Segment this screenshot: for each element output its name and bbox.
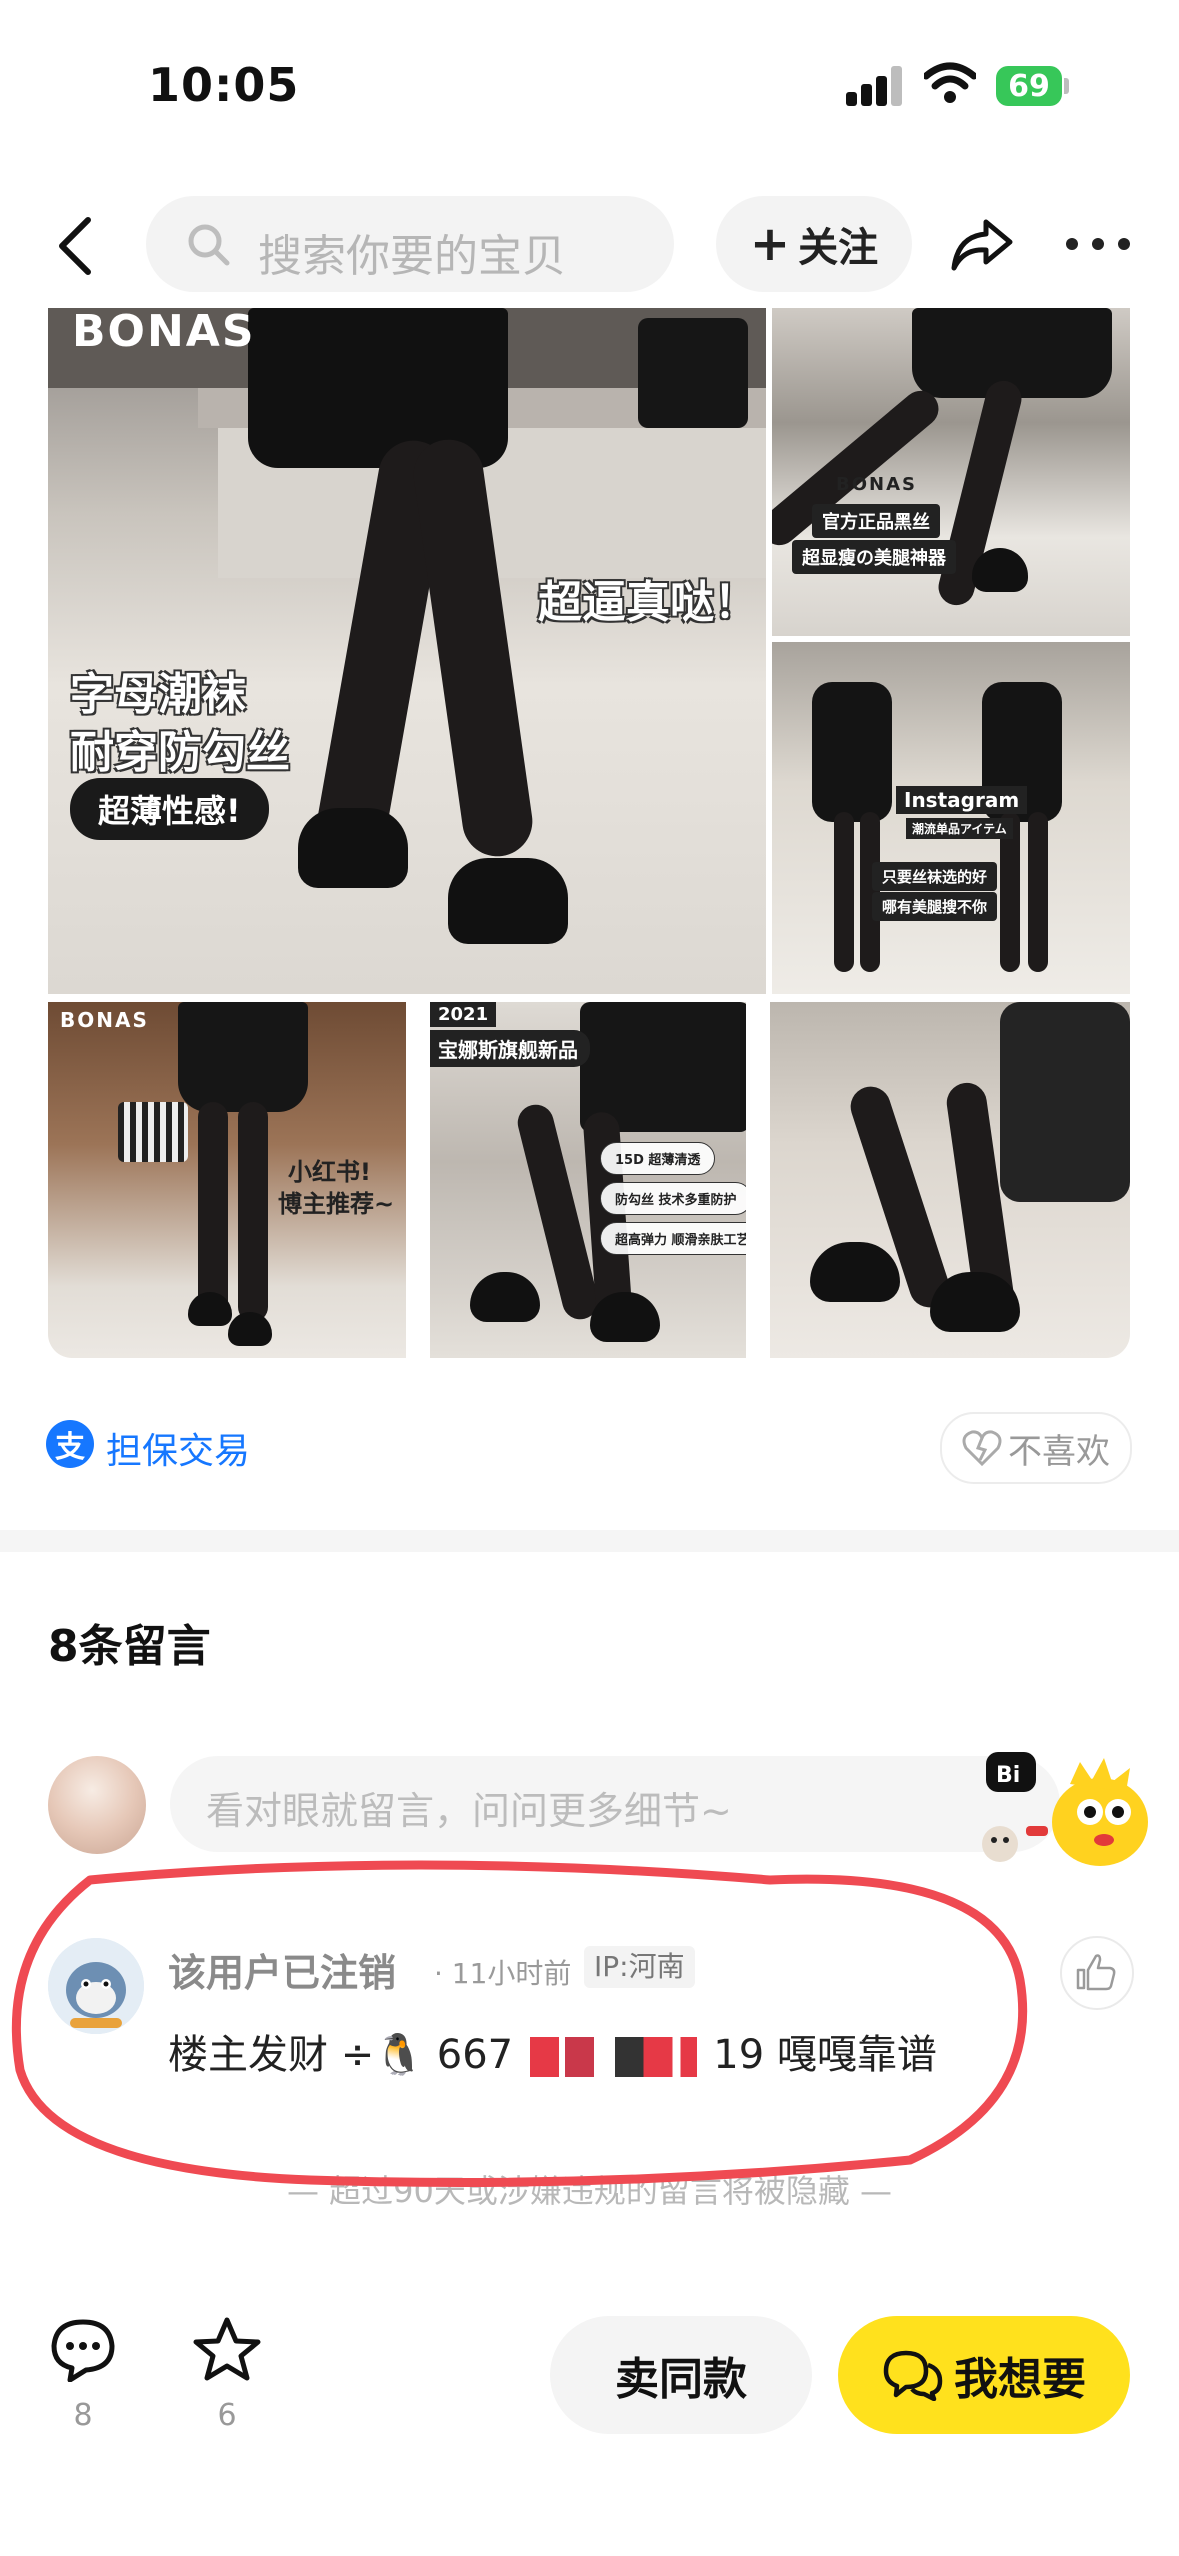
xhs-text-1: 小红书!	[288, 1158, 371, 1186]
highlight-annotation	[11, 1860, 1028, 2187]
feature-badge: 超薄性感!	[70, 778, 269, 840]
instagram-tag: Instagram	[896, 786, 1028, 814]
battery-level: 69	[996, 66, 1062, 106]
cellular-signal-icon	[846, 66, 904, 106]
promo-line-4: 哪有美腿搜不你	[872, 892, 998, 921]
comment-count-badge: 8	[73, 2398, 93, 2433]
follow-button[interactable]: + 关注	[716, 196, 912, 292]
guarantee-label[interactable]: 担保交易	[106, 1422, 250, 1474]
mascot-bubble: Bi	[996, 1763, 1020, 1788]
plus-icon: +	[749, 216, 791, 272]
product-photo-main[interactable]: BONAS 超逼真哒！ 字母潮袜 耐穿防勾丝 超薄性感!	[48, 308, 766, 994]
comment-bubble-icon[interactable]	[48, 2316, 118, 2382]
more-options-icon[interactable]	[1066, 236, 1130, 252]
promo-line-2: 超显瘦の美腿神器	[792, 540, 956, 574]
feature-tag-2: 防勾丝 技术多重防护	[600, 1182, 746, 1215]
comment-input[interactable]: 看对眼就留言，问问更多细节~	[170, 1756, 1060, 1852]
product-photo-6[interactable]	[770, 1002, 1130, 1358]
promo-line-3: 只要丝袜选的好	[872, 862, 998, 891]
product-photo-2[interactable]: BONAS 官方正品黑丝 超显瘦の美腿神器	[772, 308, 1130, 636]
product-photo-5[interactable]: 2021 宝娜斯旗舰新品 15D 超薄清透 防勾丝 技术多重防护 超高弹力 顺滑…	[430, 1002, 746, 1358]
section-divider	[0, 1530, 1179, 1552]
star-favorite-icon[interactable]	[192, 2316, 262, 2382]
search-bar[interactable]: 搜索你要的宝贝	[146, 196, 674, 292]
search-icon	[188, 224, 230, 266]
slogan-text: 超逼真哒！	[538, 577, 758, 628]
battery-tip	[1064, 78, 1069, 94]
product-photo-4[interactable]: BONAS 小红书! 博主推荐~	[48, 1002, 406, 1358]
feature-tag-1: 15D 超薄清透	[600, 1142, 716, 1175]
broken-heart-icon	[962, 1430, 1002, 1467]
headline-text-1: 字母潮袜	[70, 669, 246, 720]
comment-placeholder: 看对眼就留言，问问更多细节~	[206, 1789, 732, 1833]
comment-count-title: 8条留言	[48, 1621, 211, 1672]
share-icon[interactable]	[950, 214, 1014, 274]
wifi-icon	[924, 62, 976, 103]
chat-bubbles-icon	[883, 2350, 943, 2401]
dislike-label: 不喜欢	[1008, 1431, 1110, 1472]
back-arrow-icon[interactable]	[52, 214, 96, 278]
brand-logo: BONAS	[72, 308, 256, 357]
follow-label: 关注	[798, 225, 879, 271]
product-photo-3[interactable]: Instagram 潮流单品アイテム 只要丝袜选的好 哪有美腿搜不你	[772, 642, 1130, 994]
year-text: 2021	[430, 1002, 497, 1027]
dislike-button[interactable]: 不喜欢	[940, 1412, 1132, 1484]
promo-line-1: 官方正品黑丝	[812, 504, 940, 538]
brand-logo-small: BONAS	[836, 474, 917, 495]
status-time: 10:05	[148, 58, 300, 112]
want-label: 我想要	[954, 2354, 1086, 2405]
headline-text-2: 耐穿防勾丝	[70, 727, 290, 778]
sell-same-label: 卖同款	[615, 2354, 747, 2405]
want-button[interactable]: 我想要	[838, 2316, 1130, 2434]
instagram-sub: 潮流单品アイテム	[906, 818, 1013, 839]
thumbs-up-icon[interactable]	[1060, 1936, 1134, 2010]
search-placeholder: 搜索你要的宝贝	[258, 231, 566, 282]
brand-logo-small-2: BONAS	[60, 1008, 149, 1032]
store-banner: 宝娜斯旗舰新品	[430, 1030, 590, 1067]
feature-tag-3: 超高弹力 顺滑亲肤工艺	[600, 1222, 746, 1255]
sell-same-button[interactable]: 卖同款	[550, 2316, 812, 2434]
favorite-count-badge: 6	[217, 2398, 237, 2433]
xhs-text-2: 博主推荐~	[278, 1190, 395, 1218]
alipay-icon: 支	[46, 1420, 94, 1468]
